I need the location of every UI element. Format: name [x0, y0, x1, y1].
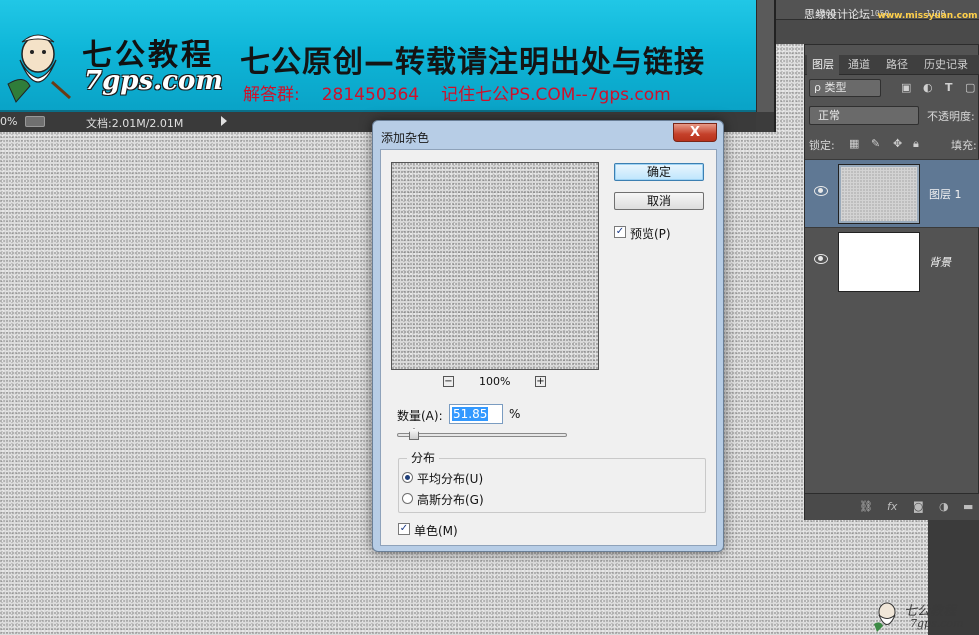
- lock-transparent-icon[interactable]: ▦: [849, 137, 859, 150]
- shape-icon[interactable]: ▢: [965, 81, 975, 94]
- panel-tabs: 图层 通道 路径 历史记录: [805, 55, 979, 75]
- cancel-button[interactable]: 取消: [614, 192, 704, 210]
- blend-mode-select[interactable]: 正常: [809, 106, 919, 125]
- opacity-label: 不透明度:: [927, 110, 975, 123]
- uniform-radio[interactable]: [402, 472, 413, 483]
- close-button[interactable]: X: [673, 123, 717, 142]
- fx-icon[interactable]: fx: [887, 500, 897, 513]
- layer-name[interactable]: 图层 1: [929, 186, 962, 202]
- amount-input[interactable]: 51.85: [449, 404, 503, 424]
- amount-label: 数量(A):: [397, 409, 443, 423]
- gaussian-radio[interactable]: [402, 493, 413, 504]
- distribution-title: 分布: [407, 449, 440, 466]
- fill-label: 填充:: [951, 139, 977, 152]
- layer-thumbnail: [838, 232, 920, 292]
- monochromatic-checkbox[interactable]: ✓: [398, 523, 410, 535]
- amount-slider-track[interactable]: [397, 433, 567, 437]
- banner-subtitle: 解答群: 281450364 记住七公PS.COM--7gps.com: [243, 85, 671, 105]
- layer-thumbnail: [838, 164, 920, 224]
- link-icon[interactable]: ⛓: [859, 500, 873, 513]
- preview-icon[interactable]: [25, 116, 45, 127]
- tutorial-banner: 七公教程 7gps.com 七公原创—转载请注明出处与链接 解答群: 281450…: [0, 0, 756, 112]
- panel-footer: ⛓ fx ◙ ◑ ▬: [805, 493, 979, 520]
- preview-checkbox[interactable]: ✓: [614, 226, 626, 238]
- dialog-title: 添加杂色: [381, 131, 430, 145]
- status-menu-arrow-icon[interactable]: [221, 116, 227, 126]
- lock-brush-icon[interactable]: ✎: [871, 137, 880, 150]
- monochromatic-label: 单色(M): [414, 524, 458, 538]
- circle-icon[interactable]: ◐: [923, 81, 933, 94]
- preview-label: 预览(P): [630, 227, 671, 241]
- watermark-top: 思缘设计论坛 www.missyuan.com: [804, 8, 978, 21]
- banner-title: 七公原创—转载请注明出处与链接: [240, 45, 705, 80]
- adjustment-icon[interactable]: ◑: [939, 500, 949, 513]
- sage-logo-icon: [7, 34, 71, 103]
- eye-icon[interactable]: [814, 186, 828, 196]
- zoom-out-button[interactable]: −: [443, 376, 454, 387]
- mask-icon[interactable]: ◙: [913, 500, 924, 513]
- amount-slider-thumb[interactable]: [409, 428, 419, 440]
- folder-icon[interactable]: ▬: [963, 500, 973, 513]
- tab-layers[interactable]: 图层: [807, 55, 839, 75]
- text-icon[interactable]: T: [945, 81, 953, 94]
- image-icon[interactable]: ▣: [901, 81, 911, 94]
- zoom-readout[interactable]: 0%: [0, 115, 17, 128]
- preview-zoom-level: 100%: [479, 375, 511, 388]
- layer-row[interactable]: 背景: [805, 227, 979, 295]
- tab-history[interactable]: 历史记录: [919, 55, 973, 75]
- eye-icon[interactable]: [814, 254, 828, 264]
- filter-preview[interactable]: [391, 162, 599, 370]
- document-size-info: 文档:2.01M/2.01M: [86, 117, 184, 130]
- lock-label: 锁定:: [809, 139, 835, 152]
- dialog-body: 确定 取消 ✓ 预览(P) − 100% + 数量(A): 51.85 % 分布…: [380, 149, 717, 546]
- amount-unit: %: [509, 407, 521, 421]
- layers-panel: 图层 通道 路径 历史记录 ρ 类型 ▣ ◐ T ▢ 正常 不透明度: 锁定: …: [804, 44, 979, 520]
- sage-logo-icon: [874, 602, 896, 632]
- layer-filter-select[interactable]: ρ 类型: [809, 79, 881, 97]
- layer-row[interactable]: 图层 1: [805, 159, 979, 227]
- lock-move-icon[interactable]: ✥: [893, 137, 902, 150]
- tab-channels[interactable]: 通道: [843, 55, 875, 75]
- zoom-in-button[interactable]: +: [535, 376, 546, 387]
- banner-document-window: 七公教程 7gps.com 七公原创—转载请注明出处与链接 解答群: 281450…: [0, 0, 776, 132]
- vertical-scrollbar[interactable]: [756, 0, 774, 112]
- logo-url-text: 7gps.com: [84, 66, 223, 96]
- tab-paths[interactable]: 路径: [881, 55, 913, 75]
- lock-all-icon[interactable]: 🔒︎: [913, 137, 919, 151]
- layer-name[interactable]: 背景: [929, 254, 951, 270]
- watermark-bottom: 七公教程 7gps.com: [868, 598, 978, 634]
- gaussian-label: 高斯分布(G): [417, 493, 484, 507]
- uniform-label: 平均分布(U): [417, 472, 484, 486]
- ok-button[interactable]: 确定: [614, 163, 704, 181]
- add-noise-dialog: 添加杂色 X 确定 取消 ✓ 预览(P) − 100% + 数量(A): 51.…: [372, 120, 724, 552]
